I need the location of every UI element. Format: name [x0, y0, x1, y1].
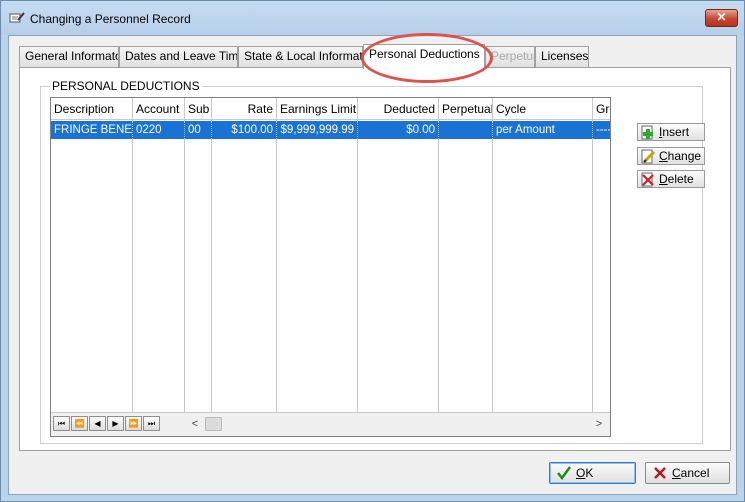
change-label: hange [667, 149, 702, 163]
column-divider [132, 120, 133, 412]
change-button[interactable]: Change [637, 147, 705, 165]
cancel-hotkey: C [672, 466, 681, 480]
previous-record-button[interactable]: ◀ [89, 416, 106, 431]
dialog-window: Changing a Personnel Record ✕ General In… [0, 0, 745, 502]
grid-footer: ⏮ ⏪ ◀ ▶ ⏩ ⏭ < > [51, 412, 610, 436]
close-button[interactable]: ✕ [705, 9, 738, 27]
cell-cycle: per Amount [493, 121, 593, 139]
checkmark-icon [557, 466, 571, 480]
delete-button[interactable]: Delete [637, 170, 705, 188]
cell-earnings-limit: $9,999,999.99 [277, 121, 358, 139]
cancel-x-icon [654, 467, 666, 479]
ok-button[interactable]: OK [549, 462, 636, 484]
ok-label: K [585, 466, 594, 480]
cell-account: 0220 [133, 121, 185, 139]
column-header-deducted[interactable]: Deducted [358, 98, 439, 120]
delete-label: elete [667, 172, 694, 186]
group-label: PERSONAL DEDUCTIONS [50, 79, 202, 93]
cell-gross: ---- [596, 124, 611, 136]
last-record-button[interactable]: ⏭ [143, 416, 160, 431]
next-page-button[interactable]: ⏩ [125, 416, 142, 431]
cell-deducted: $0.00 [358, 121, 439, 139]
personal-deductions-panel: PERSONAL DEDUCTIONS Description Account … [19, 67, 731, 451]
cancel-label: ancel [680, 466, 710, 480]
column-divider [492, 120, 493, 412]
tab-dates-and-leave-time[interactable]: Dates and Leave Time [119, 46, 238, 67]
column-header-rate[interactable]: Rate [212, 98, 277, 120]
column-divider [211, 120, 212, 412]
scroll-right-arrow[interactable]: > [591, 416, 607, 432]
next-record-button[interactable]: ▶ [107, 416, 124, 431]
cancel-button[interactable]: Cancel [645, 462, 730, 484]
column-header-perpetual[interactable]: Perpetual [439, 98, 493, 120]
table-row-selected[interactable]: FRINGE BENEF 0220 00 $100.00 $9,999,999.… [51, 121, 611, 139]
first-record-button[interactable]: ⏮ [53, 416, 70, 431]
cell-description: FRINGE BENEF [51, 121, 133, 139]
column-divider [438, 120, 439, 412]
scroll-left-arrow[interactable]: < [187, 416, 203, 432]
change-icon [641, 149, 656, 164]
column-header-sub[interactable]: Sub [185, 98, 212, 120]
cell-rate: $100.00 [212, 121, 277, 139]
cell-sub: 00 [185, 121, 212, 139]
tab-state-local-information[interactable]: State & Local Information [238, 46, 363, 67]
tab-licenses[interactable]: Licenses [535, 46, 589, 67]
column-header-cycle[interactable]: Cycle [493, 98, 593, 120]
delete-hotkey: D [659, 172, 668, 186]
dialog-body: General Informaton Dates and Leave Time … [8, 33, 737, 495]
change-hotkey: C [659, 149, 668, 163]
deductions-grid[interactable]: Description Account Sub Rate Earnings Li… [50, 97, 611, 437]
column-divider [184, 120, 185, 412]
delete-icon [641, 172, 654, 187]
scroll-thumb[interactable] [205, 417, 222, 431]
column-divider [357, 120, 358, 412]
previous-page-button[interactable]: ⏪ [71, 416, 88, 431]
insert-label: nsert [662, 125, 690, 139]
column-header-account[interactable]: Account [133, 98, 185, 120]
ok-hotkey: O [576, 466, 586, 480]
insert-icon [641, 125, 653, 140]
personal-deductions-group: PERSONAL DEDUCTIONS Description Account … [40, 79, 705, 444]
column-divider [276, 120, 277, 412]
edit-record-icon [9, 12, 25, 23]
grid-header: Description Account Sub Rate Earnings Li… [51, 98, 610, 120]
column-header-description[interactable]: Description [51, 98, 133, 120]
tab-general-information[interactable]: General Informaton [19, 46, 119, 67]
column-divider [592, 120, 593, 412]
highlight-ring [361, 33, 493, 83]
cell-perpetual [439, 121, 493, 139]
column-header-earnings-limit[interactable]: Earnings Limit [277, 98, 358, 120]
column-header-gross[interactable]: Gro [593, 98, 610, 120]
insert-button[interactable]: Insert [637, 123, 705, 141]
title-bar[interactable]: Changing a Personnel Record ✕ [1, 1, 744, 35]
horizontal-scrollbar[interactable]: < > [187, 416, 609, 432]
window-title: Changing a Personnel Record [30, 12, 191, 26]
